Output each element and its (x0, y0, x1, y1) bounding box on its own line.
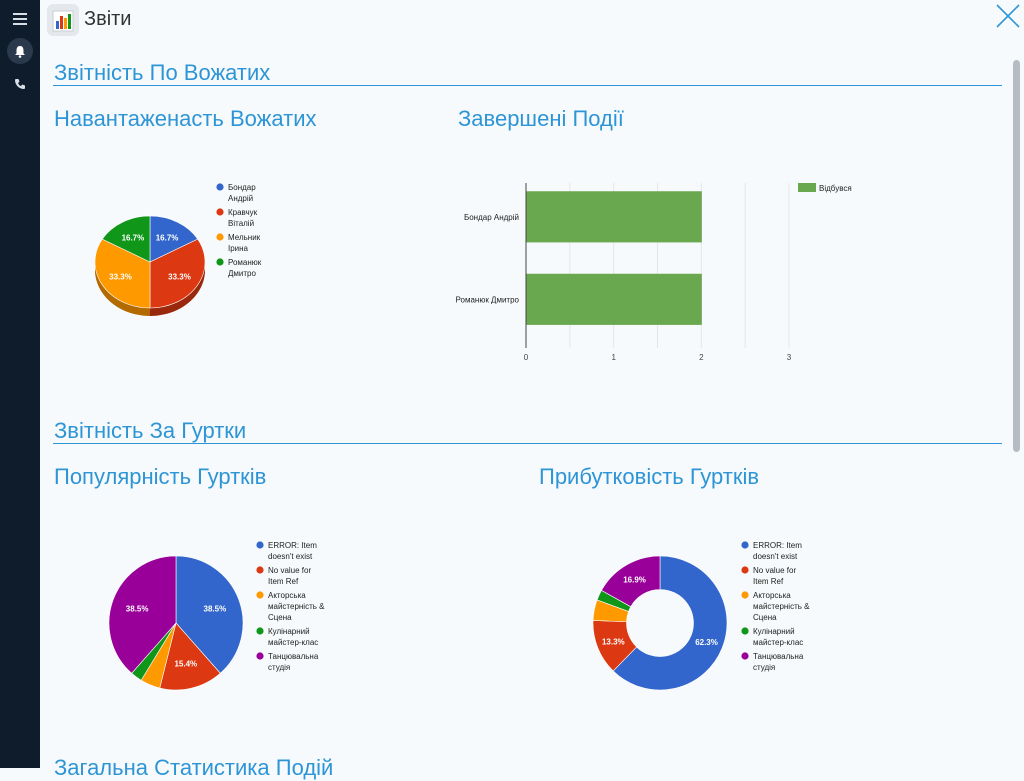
legend-swatch (741, 541, 749, 549)
legend-swatch (256, 566, 264, 574)
legend-swatch (256, 627, 264, 635)
pie-value-label: 13.3% (602, 638, 625, 647)
bar (526, 191, 702, 243)
legend-label: Кулінарний (753, 627, 795, 636)
legend-label: Романюк (228, 258, 262, 267)
pie-value-label: 33.3% (109, 272, 132, 281)
legend-label: Ірина (228, 244, 249, 253)
legend-label: Танцювальна (753, 652, 804, 661)
category-label: Бондар Андрій (464, 213, 519, 222)
axis-tick-label: 1 (611, 353, 616, 362)
pie-value-label: 38.5% (204, 604, 227, 613)
legend-swatch (216, 233, 224, 241)
legend-label: Сцена (753, 613, 777, 622)
charts-layer: 16.7% 33.3% 33.3% 16.7% Бондар Андрій Кравчук В… (94, 183, 852, 691)
legend-swatch (798, 183, 816, 192)
legend-label: майстерність & (268, 602, 325, 611)
legend-label: студія (268, 663, 290, 672)
legend-swatch (256, 591, 264, 599)
bar (526, 273, 702, 325)
legend-label: Дмитро (228, 269, 257, 278)
legend-label: Бондар (228, 183, 256, 192)
legend-label: Андрій (228, 194, 253, 203)
legend-swatch (216, 208, 224, 216)
legend-swatch (216, 258, 224, 266)
legend-label: Кравчук (228, 208, 258, 217)
pie-value-label: 15.4% (174, 659, 197, 668)
pie-value-label: 16.7% (156, 233, 179, 242)
legend-label: No value for (268, 566, 311, 575)
legend-label: Item Ref (753, 577, 784, 586)
legend-swatch (256, 541, 264, 549)
legend-label: Item Ref (268, 577, 299, 586)
legend-label: Віталій (228, 219, 254, 228)
legend-swatch (741, 591, 749, 599)
legend-swatch (741, 566, 749, 574)
legend-label: студія (753, 663, 775, 672)
legend-swatch (216, 183, 224, 191)
legend-label: ERROR: Item (268, 541, 317, 550)
category-label: Романюк Дмитро (456, 295, 520, 304)
legend-label: Акторська (753, 591, 791, 600)
axis-tick-label: 0 (524, 353, 529, 362)
legend-label: майстер-клас (268, 638, 318, 647)
legend-label: ERROR: Item (753, 541, 802, 550)
legend-label: Кулінарний (268, 627, 310, 636)
axis-tick-label: 2 (699, 353, 704, 362)
pie-value-label: 16.7% (122, 233, 145, 242)
pie-value-label: 38.5% (126, 604, 149, 613)
legend-label: doesn't exist (268, 552, 313, 561)
legend-swatch (256, 652, 264, 660)
legend-swatch (741, 652, 749, 660)
pie-value-label: 33.3% (168, 272, 191, 281)
legend-swatch (741, 627, 749, 635)
pie-value-label: 62.3% (695, 638, 718, 647)
pie-value-label: 16.9% (623, 576, 646, 585)
legend-label: майстер-клас (753, 638, 803, 647)
legend-label: Акторська (268, 591, 306, 600)
legend-label: майстерність & (753, 602, 810, 611)
legend-label: Сцена (268, 613, 292, 622)
legend-label: Відбувся (819, 184, 852, 193)
legend-label: No value for (753, 566, 796, 575)
legend-label: doesn't exist (753, 552, 798, 561)
axis-tick-label: 3 (787, 353, 792, 362)
legend-label: Мельник (228, 233, 261, 242)
legend-label: Танцювальна (268, 652, 319, 661)
